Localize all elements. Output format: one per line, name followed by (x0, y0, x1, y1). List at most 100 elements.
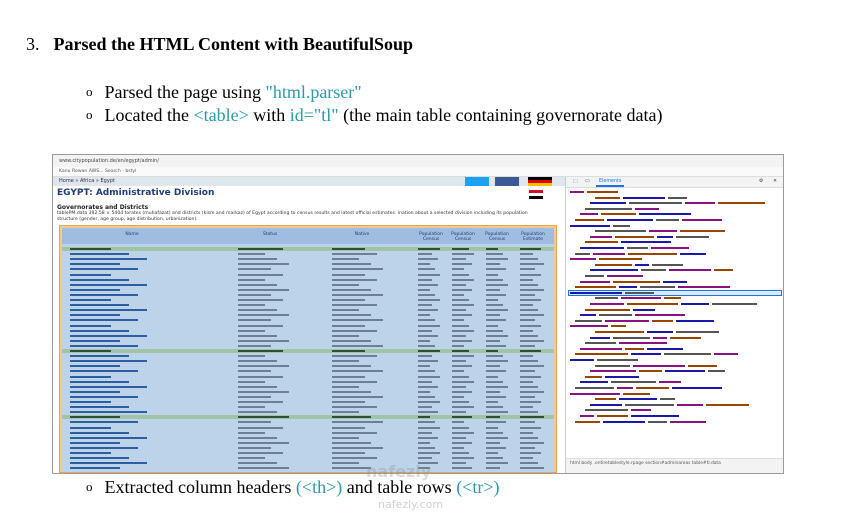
table-cell (486, 457, 503, 460)
table-cell (452, 334, 467, 337)
tab-elements[interactable]: Elements (596, 177, 625, 187)
table-cell (238, 283, 277, 286)
table-cell (70, 314, 120, 317)
code-token (653, 336, 667, 339)
code-token (718, 202, 765, 205)
table-cell (520, 411, 539, 414)
table-cell (452, 283, 467, 286)
table-cell (332, 365, 371, 368)
table-cell (452, 401, 469, 403)
close-icon[interactable]: ✕ (770, 177, 780, 187)
table-row (62, 446, 554, 450)
code-token (676, 331, 719, 333)
bullet-text: with (248, 105, 290, 125)
table-cell (486, 431, 503, 434)
table-cell (70, 319, 138, 322)
table-row (62, 267, 554, 271)
code-token (652, 319, 673, 322)
table-cell (486, 452, 498, 454)
table-cell (418, 319, 435, 322)
table-cell (520, 350, 541, 352)
bullet-code: "html.parser" (265, 82, 362, 102)
table-cell (418, 299, 441, 301)
table-cell (332, 355, 377, 358)
bullet-text: Extracted column headers (104, 477, 296, 497)
table-cell (520, 446, 536, 449)
table-cell (452, 375, 469, 378)
table-cell (70, 421, 138, 424)
table-cell (238, 329, 265, 332)
bullet-mark: o (86, 107, 93, 122)
table-cell (70, 344, 138, 347)
code-token (570, 325, 608, 328)
table-row (62, 364, 554, 368)
table-cell (520, 457, 533, 460)
device-icon[interactable]: ▭ (582, 177, 593, 187)
table-cell (520, 385, 539, 388)
code-token (670, 420, 706, 423)
code-token (611, 325, 626, 328)
table-cell (418, 380, 433, 383)
code-token (639, 370, 662, 373)
code-token (677, 403, 703, 406)
table-cell (418, 273, 441, 276)
code-token (617, 387, 633, 389)
table-cell (70, 304, 129, 307)
table-cell (452, 431, 475, 434)
table-cell (332, 462, 359, 465)
table-row (62, 426, 554, 430)
inspect-icon[interactable]: ⬚ (570, 177, 581, 187)
code-token (580, 247, 624, 249)
table-cell (520, 263, 544, 266)
table-cell (452, 268, 464, 271)
header-cell: Population Census (485, 232, 509, 242)
table-row (62, 273, 554, 277)
table-row (62, 308, 554, 312)
code-token (580, 280, 610, 283)
code-token (587, 191, 618, 193)
table-cell (452, 395, 464, 398)
table-cell (332, 278, 377, 281)
heading-number: 3. (26, 34, 40, 54)
table-cell (418, 304, 433, 307)
table-cell (486, 395, 506, 398)
table-cell (520, 421, 536, 424)
table-cell (70, 288, 120, 291)
code-token (663, 280, 687, 283)
table-cell (238, 273, 283, 276)
table-cell (238, 263, 289, 266)
gear-icon[interactable]: ⚙ (756, 177, 766, 187)
table-row (62, 395, 554, 399)
code-token (625, 291, 654, 294)
table-cell (418, 441, 430, 444)
table-cell (418, 314, 430, 317)
table-cell (486, 314, 501, 317)
table-row (62, 318, 554, 322)
code-token (631, 353, 661, 356)
table-cell (70, 360, 147, 363)
table-cell (238, 457, 265, 460)
table-cell (452, 248, 469, 250)
table-cell (452, 319, 464, 322)
table-cell (520, 344, 536, 347)
table-cell (70, 365, 120, 368)
table-cell (418, 253, 433, 256)
table-cell (418, 309, 438, 312)
code-token (660, 398, 675, 401)
header-cell: Name (125, 232, 139, 237)
table-cell (332, 299, 365, 301)
table-cell (486, 253, 503, 256)
code-token (599, 258, 642, 261)
table-cell (70, 390, 120, 393)
table-cell (238, 293, 271, 296)
table-cell (452, 309, 467, 312)
table-row (62, 405, 554, 409)
table-cell (486, 441, 501, 444)
table-cell (70, 253, 129, 256)
code-token (629, 202, 682, 205)
code-token (688, 364, 717, 367)
data-table: Name Status Native Population Census Pop… (62, 228, 554, 472)
devtools-toolbar: ⬚ ▭ Elements ⚙ ✕ (566, 177, 783, 188)
code-token (670, 336, 701, 339)
code-token (595, 263, 632, 266)
